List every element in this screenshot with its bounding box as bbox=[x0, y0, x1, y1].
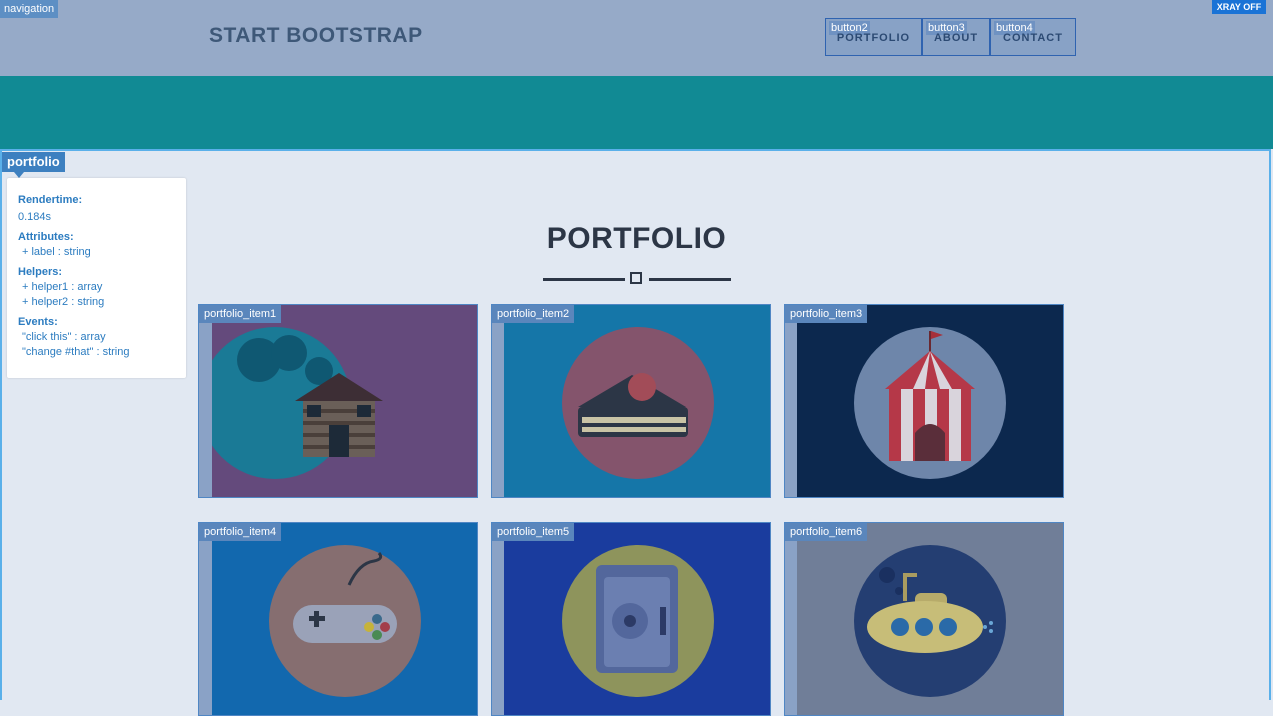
item-xray-tag: portfolio_item4 bbox=[199, 523, 282, 541]
navigation-xray-tag: navigation bbox=[0, 0, 59, 18]
portfolio-item[interactable]: portfolio_item5 bbox=[491, 522, 771, 716]
submarine-icon bbox=[854, 545, 1006, 697]
item-xray-tag: portfolio_item1 bbox=[199, 305, 282, 323]
events-heading: Events: bbox=[18, 316, 58, 328]
portfolio-xray-tag[interactable]: portfolio bbox=[2, 152, 65, 178]
portfolio-item[interactable]: portfolio_item3 bbox=[784, 304, 1064, 498]
section-title: PORTFOLIO bbox=[546, 222, 727, 255]
helper-item: + helper2 : string bbox=[22, 296, 105, 308]
header-band bbox=[0, 76, 1273, 149]
item-edge-right bbox=[199, 523, 212, 715]
nav-contact-label: CONTACT bbox=[1003, 32, 1063, 44]
item-edge-right bbox=[785, 305, 797, 497]
event-item: "change #that" : string bbox=[22, 346, 130, 358]
nav-contact-button[interactable]: button4 CONTACT bbox=[990, 18, 1076, 56]
item-edge-right bbox=[785, 523, 797, 715]
title-divider bbox=[543, 271, 731, 287]
nav-about-button[interactable]: button3 ABOUT bbox=[922, 18, 990, 56]
item-xray-tag: portfolio_item2 bbox=[492, 305, 575, 323]
divider-line-right bbox=[649, 278, 731, 281]
portfolio-item[interactable]: portfolio_item2 bbox=[491, 304, 771, 498]
nav-portfolio-label: PORTFOLIO bbox=[836, 32, 911, 44]
xray-toggle-button[interactable]: XRAY OFF bbox=[1212, 0, 1266, 14]
xray-inspector-panel: Rendertime: 0.184s Attributes: + label :… bbox=[7, 178, 186, 378]
rendertime-heading: Rendertime: bbox=[18, 194, 83, 206]
cabin-icon bbox=[199, 327, 383, 479]
item-xray-tag: portfolio_item5 bbox=[492, 523, 575, 541]
item-xray-tag: portfolio_item6 bbox=[785, 523, 868, 541]
divider-line-left bbox=[543, 278, 625, 281]
navigation-bar: navigation START BOOTSTRAP button2 PORTF… bbox=[0, 0, 1273, 76]
event-item: "click this" : array bbox=[22, 331, 106, 343]
portfolio-item[interactable]: portfolio_item1 bbox=[198, 304, 478, 498]
helpers-heading: Helpers: bbox=[18, 266, 63, 278]
divider-square bbox=[630, 272, 642, 284]
portfolio-item[interactable]: portfolio_item6 bbox=[784, 522, 1064, 716]
helper-item: + helper1 : array bbox=[22, 281, 103, 293]
item-xray-tag: portfolio_item3 bbox=[785, 305, 868, 323]
nav-portfolio-button[interactable]: button2 PORTFOLIO bbox=[825, 18, 922, 56]
brand-logo[interactable]: START BOOTSTRAP bbox=[209, 24, 423, 48]
game-controller-icon bbox=[269, 545, 421, 697]
circus-tent-icon bbox=[854, 327, 1006, 479]
safe-icon bbox=[562, 545, 714, 697]
item-edge-right bbox=[492, 305, 504, 497]
portfolio-item[interactable]: portfolio_item4 bbox=[198, 522, 478, 716]
nav-about-label: ABOUT bbox=[933, 32, 979, 44]
item-edge-right bbox=[492, 523, 504, 715]
item-edge-right bbox=[199, 305, 212, 497]
cake-icon bbox=[562, 327, 714, 479]
